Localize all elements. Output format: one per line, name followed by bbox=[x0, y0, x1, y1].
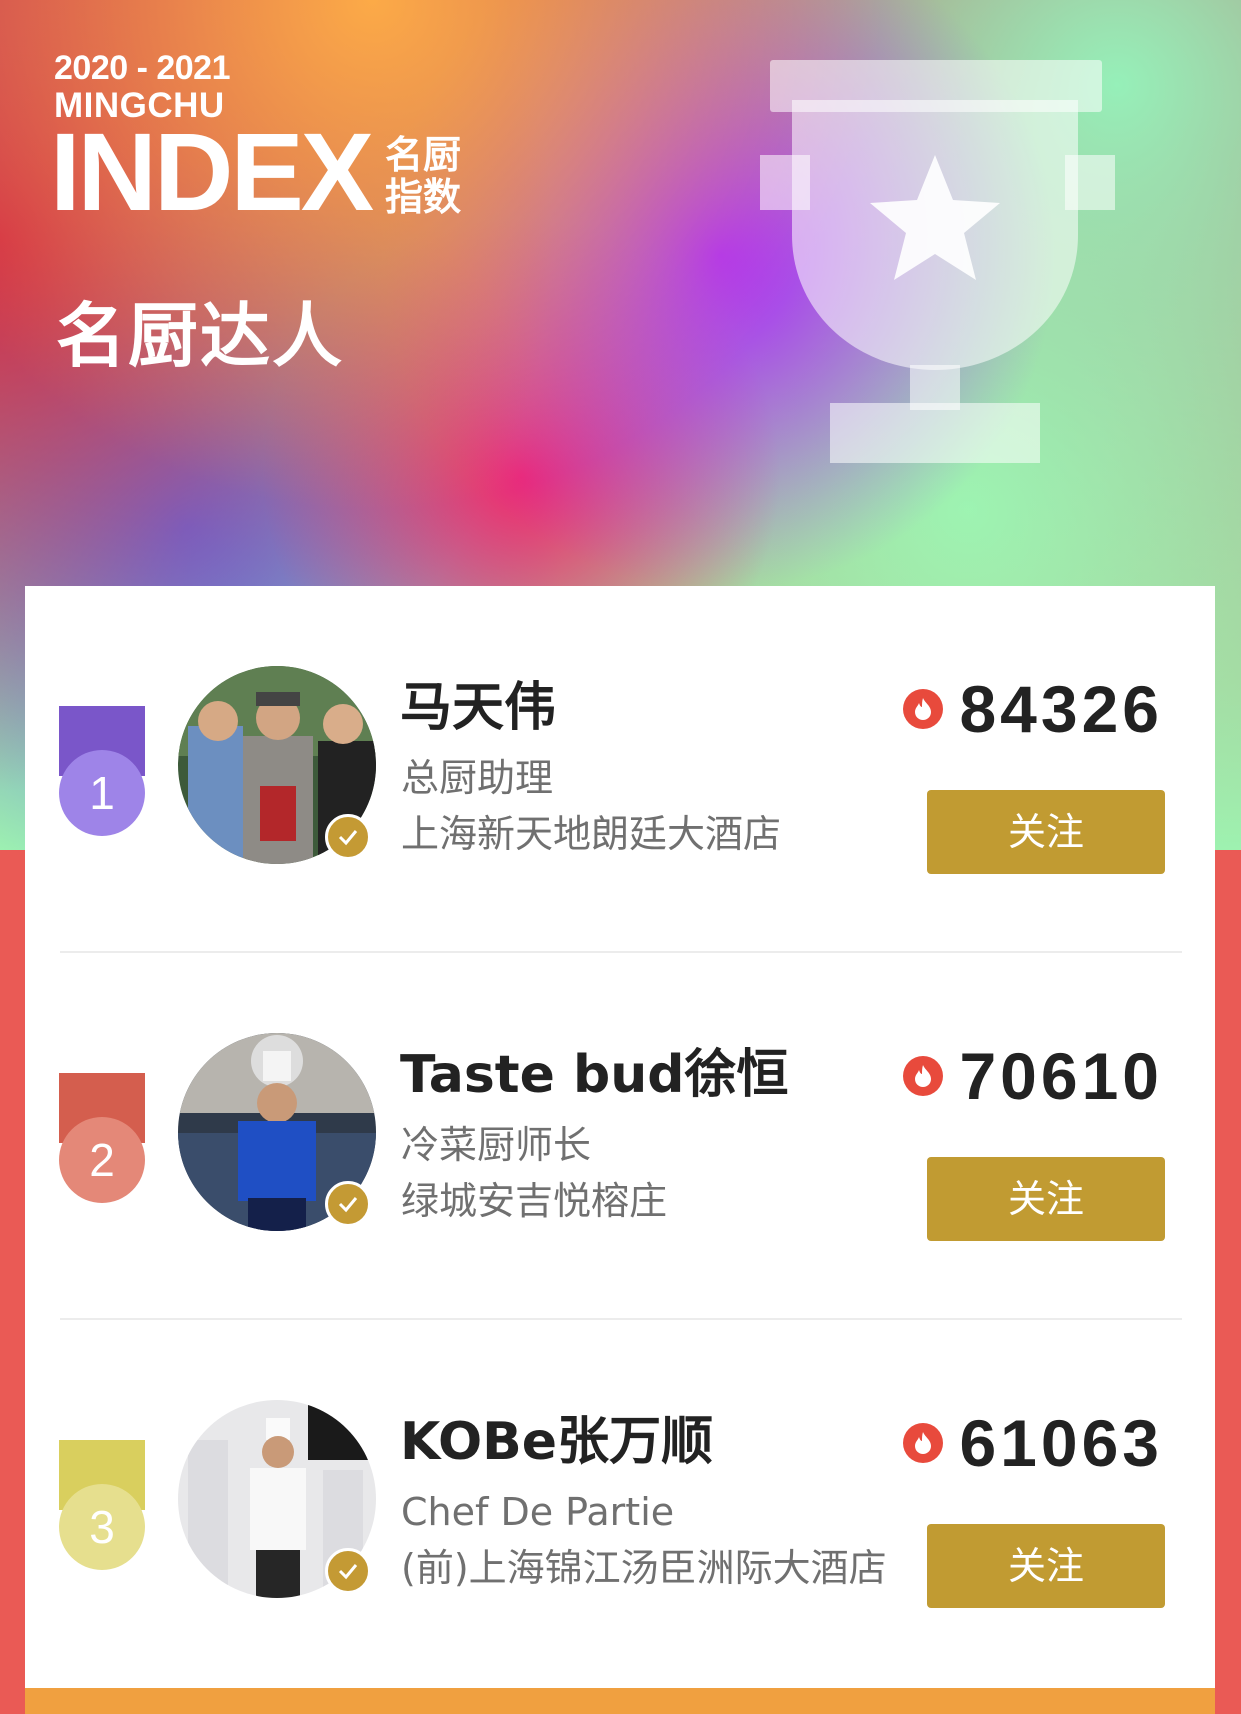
ranking-card: 1 马天伟 总厨助理 上海新天地朗廷大酒店 84326 关注 2 Taste b… bbox=[25, 586, 1215, 1714]
ranking-row: 3 KOBe张万顺 Chef De Partie (前)上海锦江汤臣洲际大酒店 bbox=[25, 1320, 1215, 1687]
chef-title: 冷菜厨师长 bbox=[401, 1123, 592, 1167]
score-value: 84326 bbox=[959, 672, 1163, 746]
fire-icon bbox=[903, 1423, 944, 1463]
verified-badge-icon bbox=[325, 1548, 371, 1594]
chef-company: 绿城安吉悦榕庄 bbox=[401, 1179, 668, 1223]
logo-brand-cn: 名厨指数 bbox=[385, 133, 462, 219]
page-title: 名厨达人 bbox=[56, 295, 344, 377]
score-value: 70610 bbox=[959, 1039, 1163, 1113]
rank-medal: 2 bbox=[59, 1073, 145, 1203]
ranking-row: 2 Taste bud徐恒 冷菜厨师长 绿城安吉悦榕庄 70610 关注 bbox=[25, 953, 1215, 1320]
rank-medal: 3 bbox=[59, 1440, 145, 1570]
chef-company: 上海新天地朗廷大酒店 bbox=[401, 812, 782, 856]
chef-name[interactable]: 马天伟 bbox=[400, 678, 556, 738]
ranking-row: 1 马天伟 总厨助理 上海新天地朗廷大酒店 84326 关注 bbox=[25, 586, 1215, 953]
fire-icon bbox=[903, 689, 944, 729]
popularity-score: 70610 bbox=[903, 1041, 1163, 1111]
bottom-bar bbox=[25, 1688, 1215, 1714]
verified-badge-icon bbox=[325, 814, 371, 860]
rank-number: 1 bbox=[59, 750, 145, 836]
logo-index: INDEX bbox=[50, 111, 374, 234]
popularity-score: 84326 bbox=[903, 674, 1163, 744]
chef-title: 总厨助理 bbox=[401, 756, 554, 800]
rank-medal: 1 bbox=[59, 706, 145, 836]
logo-years: 2020 - 2021 bbox=[54, 49, 231, 87]
chef-title: Chef De Partie bbox=[401, 1490, 675, 1534]
trophy-icon bbox=[760, 60, 1115, 463]
follow-button[interactable]: 关注 bbox=[927, 1157, 1165, 1241]
chef-name[interactable]: Taste bud徐恒 bbox=[400, 1045, 789, 1105]
fire-icon bbox=[903, 1056, 944, 1096]
rank-number: 2 bbox=[59, 1117, 145, 1203]
follow-button[interactable]: 关注 bbox=[927, 1524, 1165, 1608]
score-value: 61063 bbox=[959, 1406, 1163, 1480]
rank-number: 3 bbox=[59, 1484, 145, 1570]
popularity-score: 61063 bbox=[903, 1408, 1163, 1478]
verified-badge-icon bbox=[325, 1181, 371, 1227]
follow-button[interactable]: 关注 bbox=[927, 790, 1165, 874]
chef-company: (前)上海锦江汤臣洲际大酒店 bbox=[401, 1546, 887, 1590]
chef-name[interactable]: KOBe张万顺 bbox=[400, 1412, 713, 1472]
